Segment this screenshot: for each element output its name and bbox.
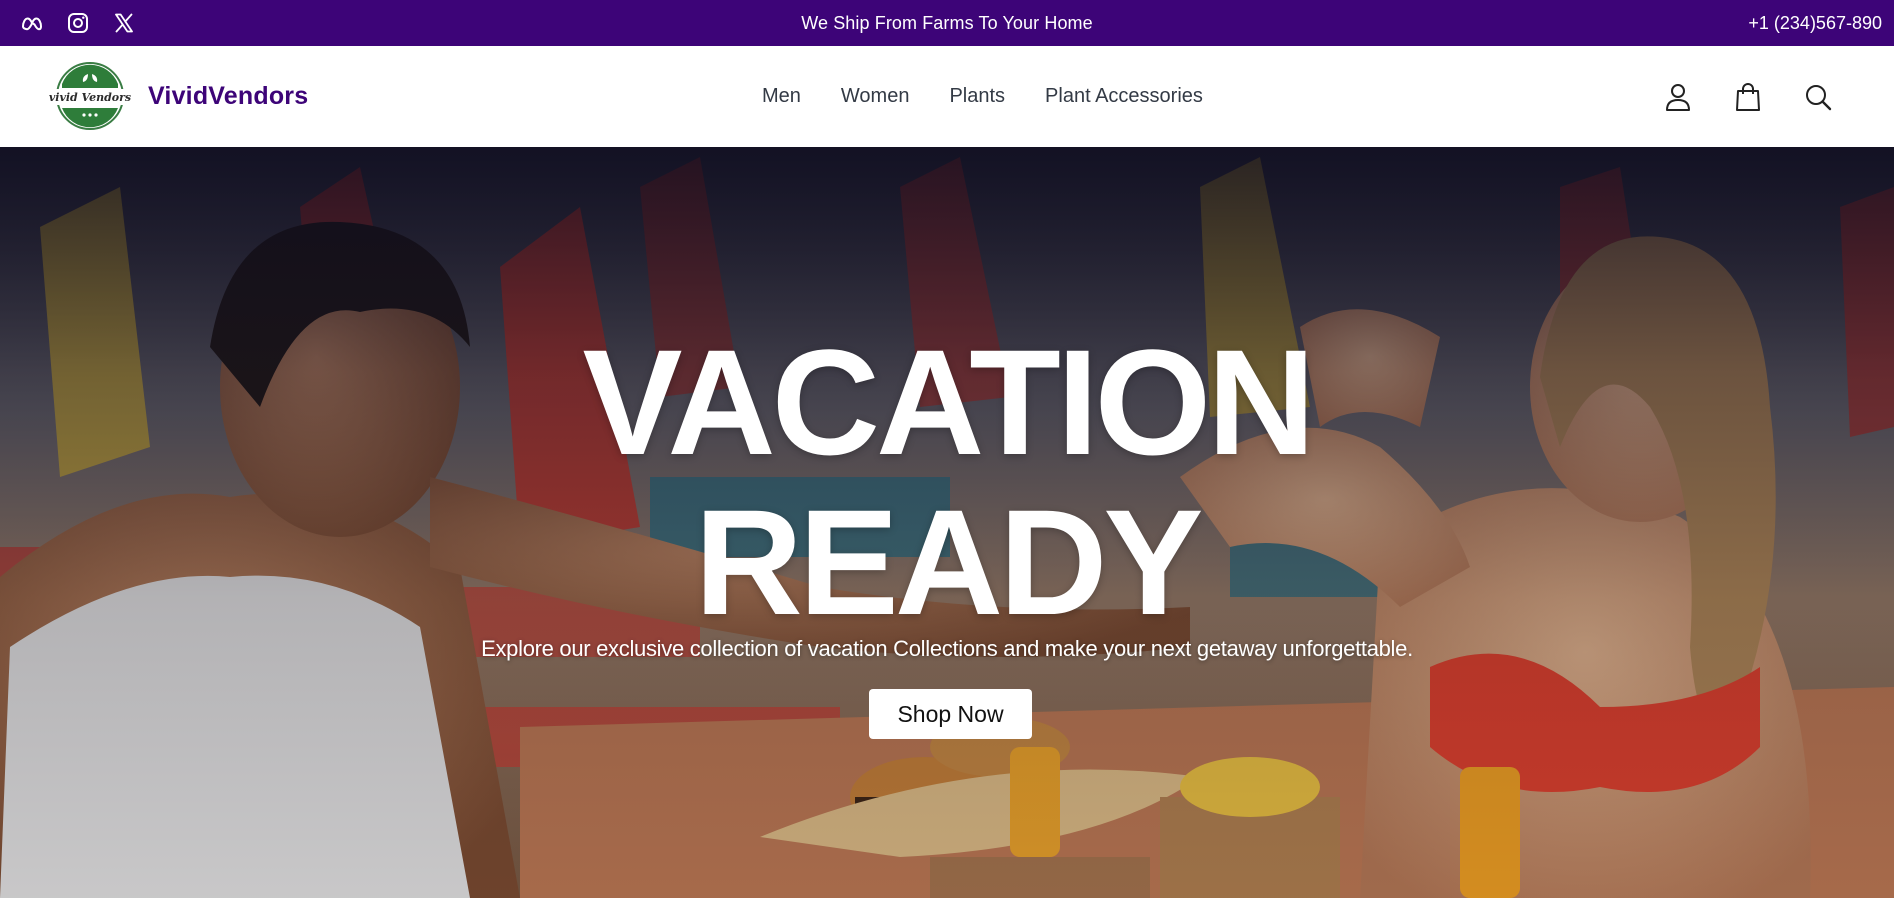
hero-banner: VACATION READY Explore our exclusive col… [0, 147, 1894, 898]
shipping-message: We Ship From Farms To Your Home [801, 12, 1093, 33]
brand-name: VividVendors [148, 81, 309, 110]
logo-badge: vivid Vendors [49, 62, 131, 130]
hero-title-line1: VACATION [582, 318, 1315, 486]
shop-now-button[interactable]: Shop Now [869, 689, 1032, 739]
announcement-bar: We Ship From Farms To Your Home +1 (234)… [0, 0, 1894, 46]
phone-number[interactable]: +1 (234)567-890 [1748, 0, 1882, 46]
header-actions [1664, 46, 1832, 147]
logo-text: vivid Vendors [49, 91, 131, 104]
shopping-bag-icon[interactable] [1734, 82, 1762, 112]
brand-logo-link[interactable]: vivid Vendors VividVendors [48, 62, 308, 130]
hero-title-line2: READY [694, 478, 1203, 646]
nav-item-women[interactable]: Women [841, 85, 910, 108]
hero-subtitle: Explore our exclusive collection of vaca… [481, 636, 1413, 661]
nav-item-plants[interactable]: Plants [949, 85, 1005, 108]
nav-item-plant-accessories[interactable]: Plant Accessories [1045, 85, 1203, 108]
main-nav: Men Women Plants Plant Accessories [762, 46, 1203, 147]
site-header: vivid Vendors VividVendors Men Women Pla… [0, 46, 1894, 147]
search-icon[interactable] [1804, 82, 1832, 112]
account-icon[interactable] [1664, 82, 1692, 112]
nav-item-men[interactable]: Men [762, 85, 801, 108]
